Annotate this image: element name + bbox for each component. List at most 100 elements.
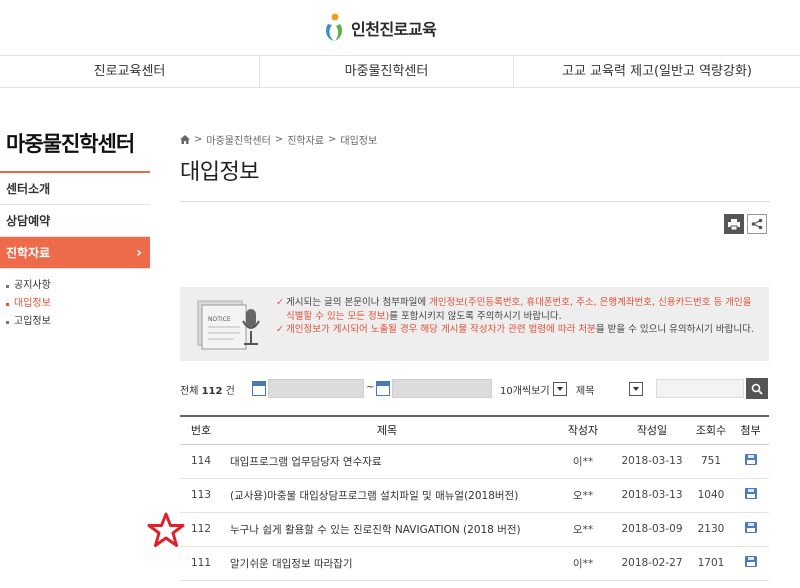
column-header: 번호 [180, 416, 222, 445]
check-icon: ✓ [276, 297, 284, 308]
chevron-down-icon[interactable] [629, 382, 643, 396]
search-bar: 전체 112 건 ~ 10개씩보기 제목 [180, 378, 770, 400]
total-label: 전체 [180, 386, 199, 397]
svg-text:NOTICE: NOTICE [208, 316, 231, 323]
row-subject-link[interactable]: 누구나 쉽게 활용할 수 있는 진로진학 NAVIGATION (2018 버전… [222, 512, 552, 547]
row-subject-link[interactable]: (교사용)마중물 대입상담프로그램 설치파일 및 매뉴얼(2018버전) [222, 478, 552, 513]
row-attachment [732, 512, 769, 547]
date-range-separator: ~ [366, 382, 375, 393]
table-row: 114 대입프로그램 업무담당자 연수자료 이** 2018-03-13 751 [180, 444, 769, 479]
search-input[interactable] [656, 379, 744, 398]
attachment-icon[interactable] [744, 454, 757, 465]
row-attachment [732, 546, 769, 581]
table-header-row: 번호 제목 작성자 작성일 조회수 첨부 [180, 416, 769, 445]
search-icon [751, 383, 763, 395]
chevron-down-icon[interactable] [553, 382, 567, 396]
printer-icon [728, 218, 740, 230]
sidebar: 마중물진학센터 센터소개 상담예약 진학자료 › 공지사항 대입정보 고입정보 [0, 120, 150, 331]
breadcrumb-item[interactable]: 진학자료 [287, 132, 324, 147]
sidebar-sub-university-info[interactable]: 대입정보 [6, 295, 150, 313]
sidebar-sub-highschool-info[interactable]: 고입정보 [6, 313, 150, 331]
notice-text-part: 게시되는 글의 본문이나 첨부파일에 [286, 297, 430, 308]
sidebar-title: 마중물진학센터 [0, 120, 150, 173]
breadcrumb-separator: > [328, 134, 337, 145]
row-date: 2018-03-13 [614, 444, 690, 479]
total-count: 전체 112 건 [180, 382, 235, 397]
notice-text-highlight: 개인정보가 게시되어 노출될 경우 해당 게시물 작성자가 관련 법령에 따라 … [286, 324, 596, 335]
check-icon: ✓ [276, 324, 284, 335]
print-button[interactable] [724, 214, 744, 234]
row-attachment [732, 444, 769, 479]
row-views: 1040 [690, 478, 732, 513]
row-date: 2018-02-27 [614, 546, 690, 581]
per-page-select[interactable]: 10개씩보기 [500, 382, 550, 397]
column-header: 제목 [222, 416, 552, 445]
breadcrumb: > 마중물진학센터 > 진학자료 > 대입정보 [180, 132, 377, 147]
gnb-item-school-capacity[interactable]: 고교 교육력 제고(일반고 역량강화) [514, 56, 800, 88]
gnb-item-majungmul-center[interactable]: 마중물진학센터 [260, 56, 514, 88]
site-header: 인천진로교육 [0, 0, 800, 56]
breadcrumb-separator: > [194, 134, 203, 145]
row-subject-link[interactable]: 대입프로그램 업무담당자 연수자료 [222, 444, 552, 479]
row-views: 2130 [690, 512, 732, 547]
privacy-notice: NOTICE ✓ 게시되는 글의 본문이나 첨부파일에 개인정보(주민등록번호,… [180, 287, 769, 361]
attachment-icon[interactable] [744, 522, 757, 533]
site-logo[interactable]: 인천진로교육 [323, 12, 437, 44]
search-field-select[interactable]: 제목 [576, 382, 594, 397]
calendar-icon[interactable] [376, 381, 390, 396]
sidebar-item-label: 센터소개 [6, 182, 51, 196]
breadcrumb-item[interactable]: 마중물진학센터 [206, 132, 270, 147]
total-number: 112 [201, 386, 223, 397]
logo-text: 인천진로교육 [351, 20, 437, 39]
notice-text-part: 을 받을 수 있으니 유의하시기 바랍니다. [595, 324, 754, 335]
row-number: 112 [180, 512, 222, 547]
attachment-icon[interactable] [744, 488, 757, 499]
start-date-input[interactable] [268, 379, 364, 398]
notice-microphone-icon: NOTICE [192, 295, 270, 353]
row-author: 이** [552, 444, 614, 479]
board-table: 번호 제목 작성자 작성일 조회수 첨부 114 대입프로그램 업무담당자 연수… [180, 415, 769, 581]
search-button[interactable] [746, 378, 768, 399]
gnb-item-career-center[interactable]: 진로교육센터 [0, 56, 260, 88]
attachment-icon[interactable] [744, 556, 757, 567]
notice-text: ✓ 게시되는 글의 본문이나 첨부파일에 개인정보(주민등록번호, 휴대폰번호,… [276, 296, 756, 337]
row-number: 113 [180, 478, 222, 513]
total-unit: 건 [225, 386, 235, 397]
column-header: 작성일 [614, 416, 690, 445]
share-icon [751, 218, 763, 230]
breadcrumb-separator: > [274, 134, 284, 145]
notice-line-2: ✓ 개인정보가 게시되어 노출될 경우 해당 게시물 작성자가 관련 법령에 따… [276, 323, 756, 337]
row-number: 114 [180, 444, 222, 479]
table-row: 111 알기쉬운 대입정보 따라잡기 이** 2018-02-27 1701 [180, 546, 769, 581]
page-tools [724, 214, 767, 234]
column-header: 조회수 [690, 416, 732, 445]
title-divider [180, 201, 770, 202]
sidebar-item-admission-materials[interactable]: 진학자료 › [0, 237, 150, 269]
row-author: 오** [552, 512, 614, 547]
row-author: 오** [552, 478, 614, 513]
share-button[interactable] [747, 214, 767, 234]
row-views: 751 [690, 444, 732, 479]
table-row: 112 누구나 쉽게 활용할 수 있는 진로진학 NAVIGATION (201… [180, 512, 769, 547]
notice-text-part: 를 포함시키지 않도록 주의하시기 바랍니다. [389, 310, 562, 322]
calendar-icon[interactable] [252, 381, 266, 396]
home-icon[interactable] [180, 135, 190, 144]
sidebar-item-label: 진학자료 [6, 246, 51, 260]
sidebar-submenu: 공지사항 대입정보 고입정보 [0, 269, 150, 331]
row-date: 2018-03-09 [614, 512, 690, 547]
row-subject-link[interactable]: 알기쉬운 대입정보 따라잡기 [222, 546, 552, 581]
breadcrumb-item-current: 대입정보 [340, 136, 378, 147]
notice-line-1: ✓ 게시되는 글의 본문이나 첨부파일에 개인정보(주민등록번호, 휴대폰번호,… [276, 296, 756, 323]
logo-icon [323, 12, 345, 44]
sidebar-sub-notice[interactable]: 공지사항 [6, 277, 150, 295]
column-header: 작성자 [552, 416, 614, 445]
page-title: 대입정보 [180, 160, 259, 185]
end-date-input[interactable] [392, 379, 492, 398]
row-attachment [732, 478, 769, 513]
sidebar-item-center-intro[interactable]: 센터소개 [0, 173, 150, 205]
sidebar-item-consult-booking[interactable]: 상담예약 [0, 205, 150, 237]
global-nav: 진로교육센터 마중물진학센터 고교 교육력 제고(일반고 역량강화) [0, 56, 800, 88]
row-author: 이** [552, 546, 614, 581]
star-annotation-icon [147, 512, 185, 547]
row-date: 2018-03-13 [614, 478, 690, 513]
